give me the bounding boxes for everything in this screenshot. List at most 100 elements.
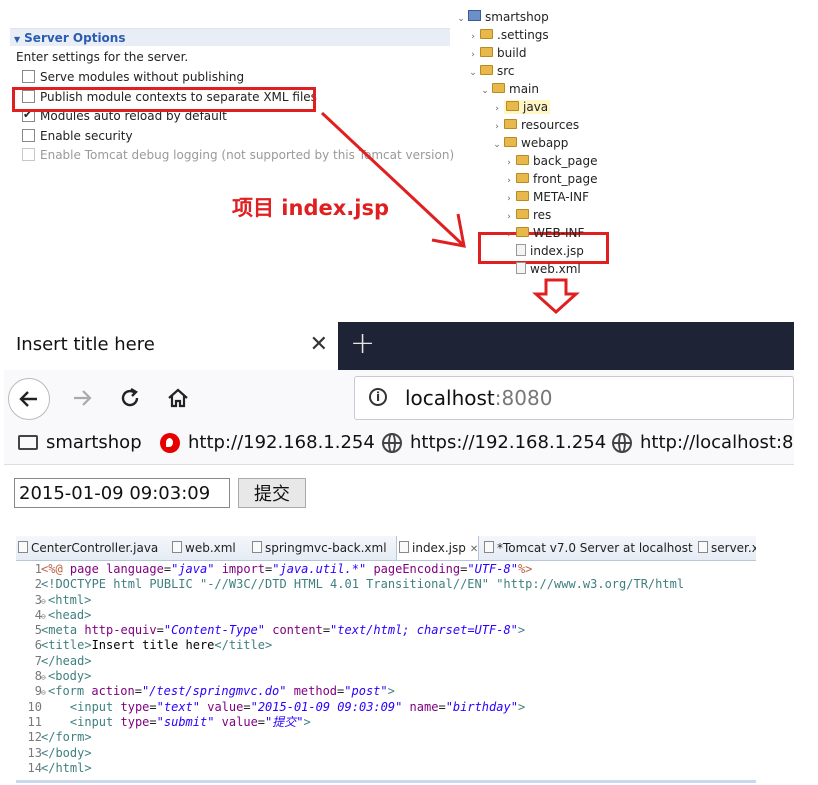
code-line[interactable]: 6<title>Insert title here</title> bbox=[16, 638, 756, 653]
tab-close-icon[interactable]: ✕ bbox=[310, 332, 328, 357]
project-icon bbox=[468, 10, 481, 21]
tab-center-controller[interactable]: CenterController.java bbox=[16, 536, 158, 560]
checkbox-icon[interactable] bbox=[22, 129, 35, 142]
code-text: </body> bbox=[41, 745, 92, 760]
tree-label: front_page bbox=[533, 172, 598, 186]
tree-label: smartshop bbox=[485, 10, 549, 24]
tree-item-index-jsp[interactable]: index.jsp bbox=[516, 242, 584, 260]
code-line[interactable]: 9⊖ <form action="/test/springmvc.do" meth… bbox=[16, 684, 756, 699]
url-bar[interactable]: i localhost:8080 bbox=[354, 376, 794, 420]
tab-server-x[interactable]: server.x bbox=[696, 536, 756, 560]
code-line[interactable]: 13</body> bbox=[16, 746, 756, 761]
folder-icon bbox=[516, 155, 529, 165]
tree-label: build bbox=[497, 46, 527, 60]
tree-item-meta-inf[interactable]: › META-INF bbox=[504, 188, 589, 206]
bookmark-http-192[interactable]: http://192.168.1.254 bbox=[160, 432, 375, 453]
checkbox-enable-security[interactable]: Enable security bbox=[22, 127, 133, 145]
tree-label: index.jsp bbox=[530, 244, 584, 258]
server-options-description: Enter settings for the server. bbox=[16, 50, 189, 64]
url-host: localhost bbox=[405, 386, 495, 410]
expand-arrow-icon[interactable]: ⌄ bbox=[468, 64, 478, 82]
tree-item-settings[interactable]: › .settings bbox=[468, 26, 548, 44]
bookmark-https-192[interactable]: https://192.168.1.254 bbox=[382, 432, 606, 453]
checkbox-icon[interactable] bbox=[22, 70, 35, 83]
code-text: </form> bbox=[41, 730, 92, 745]
folder-icon bbox=[480, 47, 493, 57]
code-editor: CenterController.java web.xml springmvc-… bbox=[16, 536, 756, 783]
submit-button[interactable]: 提交 bbox=[238, 478, 306, 508]
tab-springmvc-back[interactable]: springmvc-back.xml bbox=[250, 536, 387, 560]
bookmark-label: http://192.168.1.254 bbox=[188, 432, 375, 453]
url-port: :8080 bbox=[494, 386, 553, 410]
tree-item-src[interactable]: ⌄ src bbox=[468, 62, 514, 82]
annotation-label: 项目 index.jsp bbox=[232, 196, 389, 220]
tree-item-main[interactable]: ⌄ main bbox=[480, 80, 539, 98]
tab-label: web.xml bbox=[185, 541, 236, 555]
tab-web-xml[interactable]: web.xml bbox=[170, 536, 236, 560]
code-line[interactable]: 14</html> bbox=[16, 761, 756, 776]
tree-item-front-page[interactable]: › front_page bbox=[504, 170, 598, 188]
code-line[interactable]: 7</head> bbox=[16, 654, 756, 669]
code-lines[interactable]: 1<%@ page language="java" import="java.u… bbox=[16, 562, 756, 776]
collapse-triangle-icon[interactable]: ▼ bbox=[14, 35, 20, 44]
bookmark-smartshop[interactable]: smartshop bbox=[18, 432, 142, 453]
code-line[interactable]: 5<meta http-equiv="Content-Type" content… bbox=[16, 623, 756, 638]
tab-index-jsp[interactable]: index.jsp ✕ bbox=[396, 536, 480, 560]
bookmarks-toolbar: smartshop http://192.168.1.254 https://1… bbox=[4, 428, 794, 465]
code-text: <!DOCTYPE html PUBLIC "-//W3C//DTD HTML … bbox=[41, 577, 685, 592]
tab-close-icon[interactable]: ✕ bbox=[470, 544, 478, 555]
xml-file-icon bbox=[698, 541, 708, 553]
tree-item-web-xml[interactable]: web.xml bbox=[516, 260, 581, 278]
tab-tomcat-server[interactable]: *Tomcat v7.0 Server at localhost bbox=[482, 536, 693, 560]
code-line[interactable]: 12</form> bbox=[16, 730, 756, 745]
tree-item-res[interactable]: › res bbox=[504, 206, 551, 224]
collapse-arrow-icon[interactable]: › bbox=[504, 226, 514, 244]
bookmark-localhost[interactable]: http://localhost:80 bbox=[612, 432, 794, 453]
forward-button[interactable] bbox=[62, 378, 102, 418]
checkbox-serve-modules[interactable]: Serve modules without publishing bbox=[22, 68, 244, 86]
code-line[interactable]: 11 <input type="submit" value="提交"> bbox=[16, 715, 756, 730]
code-line[interactable]: 1<%@ page language="java" import="java.u… bbox=[16, 562, 756, 577]
code-text: </head> bbox=[41, 653, 92, 668]
expand-arrow-icon[interactable]: ⌄ bbox=[456, 10, 466, 28]
tab-label: springmvc-back.xml bbox=[265, 541, 387, 555]
browser-tab[interactable]: Insert title here ✕ bbox=[4, 322, 338, 370]
new-tab-plus-icon[interactable]: + bbox=[350, 326, 375, 361]
tree-item-smartshop[interactable]: ⌄ smartshop bbox=[456, 8, 549, 26]
tree-item-webapp[interactable]: ⌄ webapp bbox=[492, 134, 568, 152]
server-options-title: Server Options bbox=[24, 31, 126, 45]
globe-icon bbox=[382, 432, 402, 453]
tree-label: java bbox=[523, 100, 549, 114]
tree-item-resources[interactable]: › resources bbox=[492, 116, 579, 134]
checkbox-icon bbox=[22, 148, 35, 161]
back-button[interactable] bbox=[8, 378, 50, 420]
tab-title: Insert title here bbox=[16, 334, 155, 355]
code-line[interactable]: 2<!DOCTYPE html PUBLIC "-//W3C//DTD HTML… bbox=[16, 577, 756, 592]
server-icon bbox=[484, 541, 494, 553]
reload-icon bbox=[121, 387, 139, 407]
tree-item-java[interactable]: › java bbox=[492, 98, 551, 116]
server-options-header[interactable]: ▼ Server Options bbox=[10, 28, 450, 46]
code-line[interactable]: 3⊖ <html> bbox=[16, 593, 756, 608]
expand-arrow-icon[interactable]: ⌄ bbox=[492, 136, 502, 154]
java-file-icon bbox=[18, 541, 28, 553]
checkbox-label: Enable Tomcat debug logging (not support… bbox=[40, 148, 455, 162]
reload-button[interactable] bbox=[110, 378, 150, 418]
tab-bar-empty: + bbox=[338, 322, 794, 370]
site-info-icon[interactable]: i bbox=[369, 388, 387, 406]
project-explorer-tree: ⌄ smartshop › .settings › build ⌄ src ⌄ main … bbox=[452, 6, 652, 288]
code-line[interactable]: 4⊖ <head> bbox=[16, 608, 756, 623]
tree-label: web.xml bbox=[530, 262, 581, 276]
code-text: <%@ page language="java" import="java.ut… bbox=[41, 562, 533, 576]
xml-file-icon bbox=[252, 541, 262, 553]
tree-item-back-page[interactable]: › back_page bbox=[504, 152, 597, 170]
code-line[interactable]: 10 <input type="text" value="2015-01-09 … bbox=[16, 700, 756, 715]
jsp-file-icon bbox=[516, 244, 526, 256]
expand-arrow-icon[interactable]: ⌄ bbox=[480, 82, 490, 100]
code-line[interactable]: 8⊖ <body> bbox=[16, 669, 756, 684]
birthday-input[interactable] bbox=[14, 478, 230, 508]
tree-item-web-inf[interactable]: › WEB-INF bbox=[504, 224, 584, 242]
home-button[interactable] bbox=[158, 378, 198, 418]
tree-item-build[interactable]: › build bbox=[468, 44, 527, 62]
home-icon bbox=[168, 388, 188, 408]
